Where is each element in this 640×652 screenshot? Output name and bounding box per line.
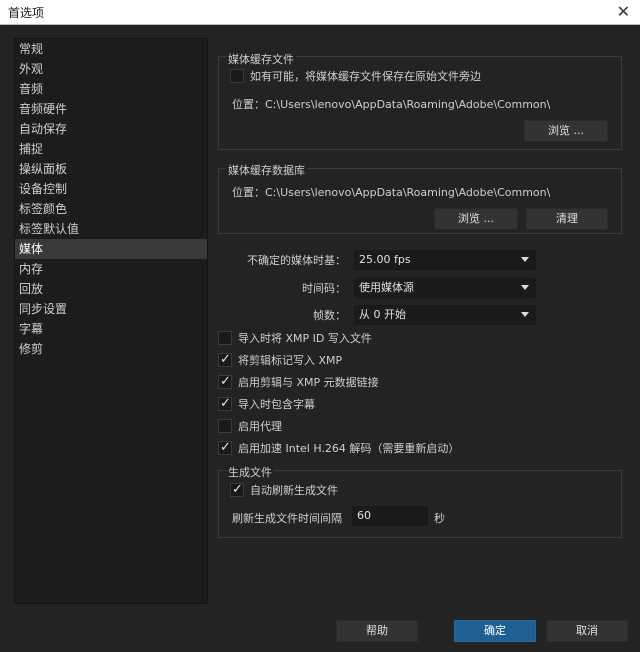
h264-acceleration-checkbox[interactable]: 启用加速 Intel H.264 解码（需要重新启动）	[218, 439, 460, 458]
timecode-select[interactable]: 使用媒体源	[354, 278, 536, 298]
media-cache-db-title: 媒体缓存数据库	[226, 162, 307, 178]
timecode-value: 使用媒体源	[359, 281, 414, 294]
sidebar-item-control-surface[interactable]: 操纵面板	[15, 159, 207, 179]
sidebar-item-label-defaults[interactable]: 标签默认值	[15, 219, 207, 239]
refresh-interval-label: 刷新生成文件时间间隔	[232, 512, 342, 525]
sidebar-item-device-control[interactable]: 设备控制	[15, 179, 207, 199]
ok-button[interactable]: 确定	[454, 620, 536, 642]
checkbox-box[interactable]	[230, 69, 244, 83]
sidebar-item-playback[interactable]: 回放	[15, 279, 207, 299]
checkbox-label: 启用剪辑与 XMP 元数据链接	[238, 376, 379, 389]
chevron-down-icon	[521, 312, 529, 317]
sidebar-item-capture[interactable]: 捕捉	[15, 139, 207, 159]
sidebar-item-sync-settings[interactable]: 同步设置	[15, 299, 207, 319]
preferences-sidebar: 常规 外观 音频 音频硬件 自动保存 捕捉 操纵面板 设备控制 标签颜色 标签默…	[14, 38, 208, 604]
checkbox-label: 导入时包含字幕	[238, 398, 315, 411]
help-button[interactable]: 帮助	[336, 620, 418, 642]
enable-proxy-checkbox[interactable]: 启用代理	[218, 418, 282, 436]
frame-select[interactable]: 从 0 开始	[354, 305, 536, 325]
growing-files-title: 生成文件	[226, 464, 274, 480]
media-cache-db-location: 位置：C:\Users\lenovo\AppData\Roaming\Adobe…	[232, 186, 551, 199]
checkbox-box[interactable]	[218, 331, 232, 345]
cancel-button[interactable]: 取消	[546, 620, 628, 642]
auto-refresh-checkbox[interactable]: 自动刷新生成文件	[230, 481, 338, 500]
refresh-interval-input[interactable]: 60	[352, 506, 428, 526]
sidebar-item-trim[interactable]: 修剪	[15, 339, 207, 359]
save-next-to-original-label: 如有可能，将媒体缓存文件保存在原始文件旁边	[250, 70, 481, 83]
growing-files-group	[218, 470, 622, 538]
checkbox-box[interactable]	[218, 419, 232, 433]
save-next-to-original-checkbox[interactable]: 如有可能，将媒体缓存文件保存在原始文件旁边	[230, 68, 481, 86]
media-cache-files-location: 位置：C:\Users\lenovo\AppData\Roaming\Adobe…	[232, 98, 551, 111]
xmp-id-checkbox[interactable]: 导入时将 XMP ID 写入文件	[218, 330, 372, 348]
media-cache-files-title: 媒体缓存文件	[226, 51, 296, 67]
sidebar-item-appearance[interactable]: 外观	[15, 59, 207, 79]
frame-value: 从 0 开始	[359, 308, 406, 321]
sidebar-item-memory[interactable]: 内存	[15, 259, 207, 279]
sidebar-item-audio[interactable]: 音频	[15, 79, 207, 99]
checkbox-label: 启用加速 Intel H.264 解码（需要重新启动）	[238, 442, 460, 455]
chevron-down-icon	[521, 257, 529, 262]
checkbox-label: 导入时将 XMP ID 写入文件	[238, 332, 372, 345]
checkbox-label: 将剪辑标记写入 XMP	[238, 354, 343, 367]
clip-xmp-link-checkbox[interactable]: 启用剪辑与 XMP 元数据链接	[218, 373, 379, 392]
timecode-label: 时间码：	[302, 282, 346, 295]
chevron-down-icon	[521, 285, 529, 290]
checkbox-box[interactable]	[218, 439, 232, 457]
media-cache-files-browse-button[interactable]: 浏览 ...	[524, 120, 608, 142]
sidebar-item-audio-hardware[interactable]: 音频硬件	[15, 99, 207, 119]
checkbox-box[interactable]	[218, 351, 232, 369]
timebase-label: 不确定的媒体时基：	[247, 254, 346, 267]
window-title: 首选项	[8, 6, 45, 20]
sidebar-item-media[interactable]: 媒体	[15, 239, 207, 259]
include-captions-checkbox[interactable]: 导入时包含字幕	[218, 395, 315, 414]
checkbox-box[interactable]	[230, 481, 244, 499]
media-cache-db-clean-button[interactable]: 清理	[526, 208, 608, 230]
checkbox-label: 启用代理	[238, 420, 282, 433]
frame-label: 帧数：	[313, 309, 346, 322]
checkbox-box[interactable]	[218, 395, 232, 413]
timebase-value: 25.00 fps	[359, 253, 411, 266]
sidebar-item-label-colors[interactable]: 标签颜色	[15, 199, 207, 219]
media-cache-db-browse-button[interactable]: 浏览 ...	[434, 208, 518, 230]
clip-markers-xmp-checkbox[interactable]: 将剪辑标记写入 XMP	[218, 351, 343, 370]
timebase-select[interactable]: 25.00 fps	[354, 250, 536, 270]
auto-refresh-label: 自动刷新生成文件	[250, 484, 338, 497]
close-icon[interactable]: ✕	[617, 2, 630, 21]
sidebar-item-general[interactable]: 常规	[15, 39, 207, 59]
refresh-interval-unit: 秒	[434, 512, 445, 525]
checkbox-box[interactable]	[218, 373, 232, 391]
sidebar-item-auto-save[interactable]: 自动保存	[15, 119, 207, 139]
sidebar-item-captions[interactable]: 字幕	[15, 319, 207, 339]
title-bar: 首选项 ✕	[0, 0, 640, 25]
